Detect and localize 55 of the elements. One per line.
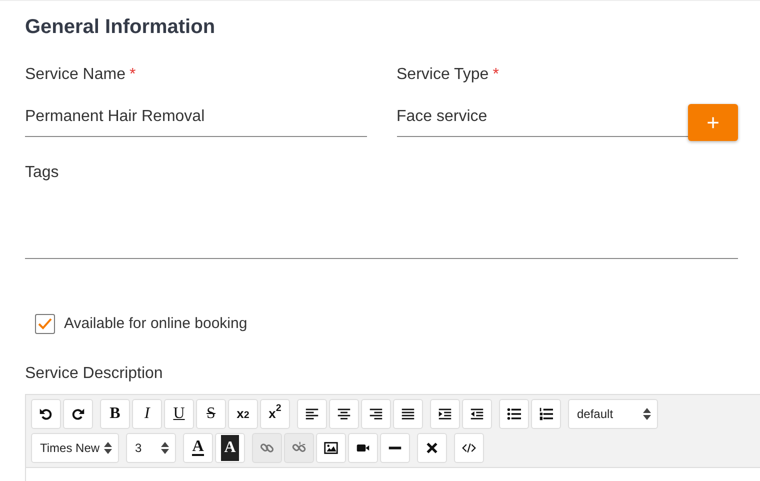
image-icon: [324, 440, 338, 454]
indent-button[interactable]: [430, 398, 460, 428]
align-right-button[interactable]: [361, 398, 391, 428]
superscript-button[interactable]: x$^{2}$: [260, 398, 290, 428]
video-camera-button[interactable]: [348, 432, 378, 462]
horizontal-rule-button[interactable]: [380, 432, 410, 462]
redo-icon: [71, 406, 85, 420]
text-field[interactable]: Face service: [396, 99, 688, 137]
underline-button[interactable]: U: [164, 398, 194, 428]
required-mark: *: [129, 65, 136, 85]
subscript-button[interactable]: x$_{2}$: [228, 398, 258, 428]
dropdown-select[interactable]: default: [568, 398, 658, 428]
align-left-icon: [305, 406, 319, 420]
undo-button[interactable]: [31, 398, 61, 428]
background-color-button[interactable]: A: [215, 432, 245, 462]
required-mark: *: [492, 65, 499, 85]
numbered-list-icon: [539, 406, 553, 420]
image-button[interactable]: [316, 432, 346, 462]
indent-icon: [438, 406, 452, 420]
dropdown-select[interactable]: 3: [126, 432, 176, 462]
dropdown-select[interactable]: Times New: [31, 432, 119, 462]
field-label: Service Name: [25, 65, 126, 85]
sort-caret-icon: [161, 442, 169, 454]
justify-button[interactable]: [393, 398, 423, 428]
text-field[interactable]: Permanent Hair Removal: [25, 99, 366, 137]
x-button[interactable]: [417, 432, 447, 462]
outdent-button[interactable]: [462, 398, 492, 428]
strikethrough-button[interactable]: S: [196, 398, 226, 428]
align-right-icon: [369, 406, 383, 420]
align-center-icon: [337, 406, 351, 420]
code-icon: [462, 440, 476, 454]
checkbox[interactable]: [35, 314, 55, 334]
x-icon: [425, 440, 439, 454]
link-icon: [260, 440, 274, 454]
align-center-button[interactable]: [329, 398, 359, 428]
bullet-list-icon: [507, 406, 521, 420]
undo-icon: [39, 406, 53, 420]
field-label: Service Description: [25, 364, 164, 384]
section-title: General Information: [25, 15, 216, 39]
field-label: Service Type: [396, 65, 489, 85]
code-button[interactable]: [454, 432, 484, 462]
broken-link-icon: [292, 440, 306, 454]
redo-button[interactable]: [63, 398, 93, 428]
italic-button[interactable]: I: [132, 398, 162, 428]
bold-button[interactable]: B: [100, 398, 130, 428]
sort-caret-icon: [643, 408, 651, 420]
justify-icon: [401, 406, 415, 420]
numbered-list-button[interactable]: [531, 398, 561, 428]
outdent-icon: [470, 406, 484, 420]
bullet-list-button[interactable]: [499, 398, 529, 428]
checkbox-label: Available for online booking: [64, 314, 248, 334]
text-color-button[interactable]: A: [183, 432, 213, 462]
field-label: Tags: [25, 163, 59, 183]
align-left-button[interactable]: [297, 398, 327, 428]
sort-caret-icon: [104, 442, 112, 454]
